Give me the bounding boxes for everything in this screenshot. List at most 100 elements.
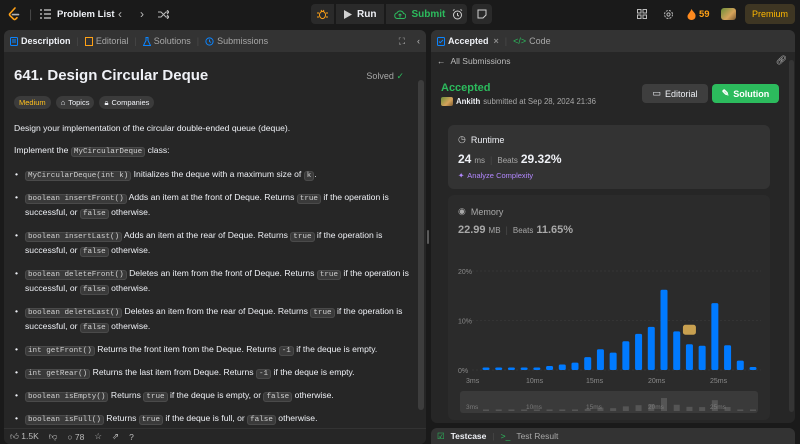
grid-layout-icon xyxy=(637,9,647,19)
note-button[interactable] xyxy=(472,0,492,28)
leetcode-logo-icon[interactable] xyxy=(6,6,22,22)
x-tick-label: 3ms xyxy=(466,378,480,385)
chart-bar xyxy=(736,360,744,370)
flask-icon xyxy=(142,36,151,46)
dislike-button[interactable]: 👎︎ xyxy=(49,431,58,442)
thumbs-down-icon: 👎︎ xyxy=(48,431,58,441)
tab-testcase[interactable]: Testcase xyxy=(451,431,487,441)
tab-accepted[interactable]: Accepted × xyxy=(437,36,499,46)
method-item: boolean isEmpty() Returns true if the de… xyxy=(14,389,410,404)
method-code: false xyxy=(263,392,293,402)
checklist-icon xyxy=(437,36,445,46)
chart-bar xyxy=(698,345,706,370)
chart-bar xyxy=(685,344,693,370)
tab-code[interactable]: </> Code xyxy=(513,36,551,46)
debug-button[interactable] xyxy=(311,4,334,24)
document-icon xyxy=(10,36,18,46)
settings-button[interactable] xyxy=(663,0,674,28)
y-tick-label: 10% xyxy=(458,319,472,326)
method-text: Returns the last item from Deque. Return… xyxy=(90,367,256,377)
timer-button[interactable] xyxy=(447,0,467,28)
chart-bar xyxy=(660,289,668,370)
memory-card[interactable]: ◉ Memory 22.99 MB | Beats 11.65% 20% 10% 0… xyxy=(448,195,770,420)
run-label: Run xyxy=(357,8,377,20)
tab-description[interactable]: Description xyxy=(10,36,71,46)
topics-chip[interactable]: ⌂ Topics xyxy=(55,96,95,109)
lock-icon: 🔒︎ xyxy=(104,97,109,107)
description-scrollbar[interactable] xyxy=(418,80,424,410)
x-tick-label: 15ms xyxy=(586,378,604,385)
top-bar: | Problem List ‹ › Run Submit 59 Premium xyxy=(0,0,800,28)
method-code: false xyxy=(79,323,109,333)
comments-button[interactable]: ○ 78 xyxy=(67,432,84,442)
method-item: boolean isFull() Returns true if the deq… xyxy=(14,412,410,427)
runtime-distribution-chart[interactable]: 20% 10% 0% 3ms 10ms 15ms 20ms 25ms 3ms 10ms 15ms 20… xyxy=(448,195,770,420)
submitted-time: submitted at Sep 28, 2024 21:36 xyxy=(483,97,596,106)
avatar[interactable] xyxy=(721,0,736,28)
intro-text: Design your implementation of the circul… xyxy=(14,123,291,133)
premium-button[interactable]: Premium xyxy=(745,4,795,24)
chart-bar xyxy=(482,367,490,370)
companies-chip[interactable]: 🔒︎ Companies xyxy=(99,96,155,109)
submit-button[interactable]: Submit xyxy=(386,4,454,24)
method-code: int getRear() xyxy=(25,369,91,379)
help-button[interactable]: ? xyxy=(129,432,134,442)
tab-solutions-label: Solutions xyxy=(153,36,191,46)
question-icon: ? xyxy=(129,431,134,442)
tab-test-result[interactable]: Test Result xyxy=(516,431,558,441)
layout-button[interactable] xyxy=(637,0,647,28)
runtime-value: 24 xyxy=(458,152,472,166)
companies-label: Companies xyxy=(111,98,150,107)
problem-list-button[interactable]: Problem List xyxy=(40,0,115,28)
submission-scrollbar[interactable] xyxy=(789,60,794,412)
editorial-button[interactable]: ▭ Editorial xyxy=(642,84,708,103)
method-code: false xyxy=(247,415,276,425)
method-code: boolean deleteLast() xyxy=(25,308,123,318)
method-code: -1 xyxy=(278,346,294,356)
collapse-icon[interactable]: ‹ xyxy=(417,36,420,47)
method-item: MyCircularDeque(int k) Initializes the d… xyxy=(14,168,410,183)
tab-solutions[interactable]: Solutions xyxy=(142,36,191,46)
description-panel: Description | Editorial | Solutions | Su… xyxy=(4,30,426,444)
runtime-card[interactable]: ◷ Runtime 24 ms | Beats 29.32% ✦ Analyze… xyxy=(448,125,770,189)
method-text: Returns the front item from the Deque. R… xyxy=(94,344,279,354)
difficulty-badge[interactable]: Medium xyxy=(14,96,51,109)
chart-bar xyxy=(546,366,554,370)
copy-link-button[interactable]: 🔗︎ xyxy=(776,55,787,66)
method-code: false xyxy=(79,247,109,257)
runtime-values: 24 ms | Beats 29.32% xyxy=(458,152,562,166)
comment-icon: ○ xyxy=(67,431,73,442)
mini-bar xyxy=(546,409,553,411)
method-item: boolean deleteLast() Deletes an item fro… xyxy=(14,305,410,335)
runtime-beats-value: 29.32% xyxy=(520,152,562,166)
topics-label: Topics xyxy=(68,98,90,107)
tab-editorial[interactable]: Editorial xyxy=(84,36,129,46)
prev-problem-button[interactable]: ‹ xyxy=(118,0,122,28)
analyze-complexity-link[interactable]: ✦ Analyze Complexity xyxy=(458,171,533,180)
like-count: 1.5K xyxy=(21,431,39,441)
shuffle-button[interactable] xyxy=(158,0,169,28)
like-button[interactable]: 👍︎ 1.5K xyxy=(10,431,39,442)
solution-button[interactable]: ✎ Solution xyxy=(712,84,779,103)
back-link[interactable]: ← All Submissions xyxy=(437,56,511,66)
username[interactable]: Ankith xyxy=(456,97,480,106)
tab-editorial-label: Editorial xyxy=(95,36,129,46)
share-button[interactable]: ⇗ xyxy=(112,431,119,442)
tab-submissions[interactable]: Submissions xyxy=(205,36,268,46)
runtime-label: Runtime xyxy=(470,134,505,145)
list-icon xyxy=(40,9,51,19)
run-button[interactable]: Run xyxy=(336,4,385,24)
favorite-button[interactable]: ☆ xyxy=(94,431,102,442)
maximize-icon[interactable]: ⛶ xyxy=(399,36,405,47)
panel-resize-handle[interactable] xyxy=(427,230,429,244)
next-problem-button[interactable]: › xyxy=(140,0,144,28)
x-tick-label: 25ms xyxy=(710,378,728,385)
chevron-left-icon: ‹ xyxy=(118,7,122,21)
link-icon: 🔗︎ xyxy=(775,55,787,65)
method-code: k xyxy=(303,171,315,181)
streak-counter[interactable]: 59 xyxy=(687,0,710,28)
close-icon[interactable]: × xyxy=(494,36,499,46)
mini-x-tick-label: 15ms xyxy=(586,404,603,411)
chart-bar xyxy=(749,367,757,370)
streak-count: 59 xyxy=(699,8,710,20)
